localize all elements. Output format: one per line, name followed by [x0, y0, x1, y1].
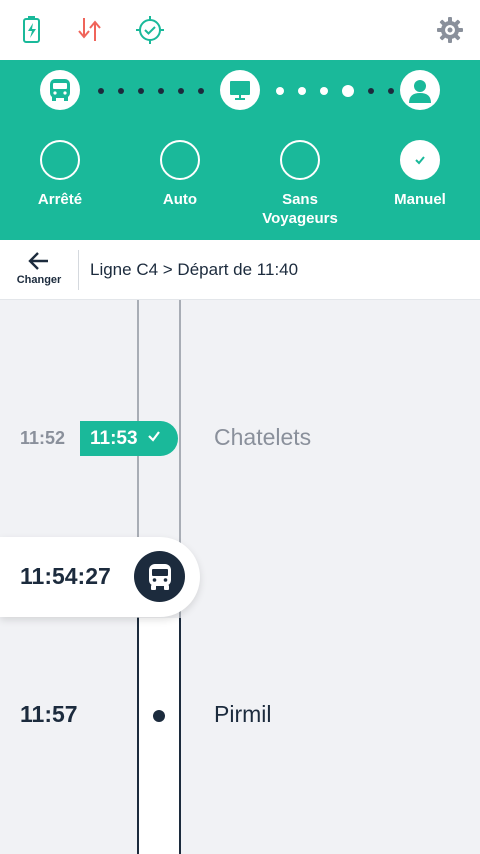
bus-icon	[134, 551, 185, 602]
mode-label: Sans Voyageurs	[262, 191, 338, 227]
back-arrow-icon	[0, 250, 78, 272]
mode-label: Auto	[162, 191, 198, 208]
mode-arrete[interactable]: Arrêté	[10, 140, 110, 209]
mode-radio[interactable]	[40, 140, 80, 180]
settings-gear-icon[interactable]	[434, 14, 466, 46]
data-transfer-icon	[74, 14, 106, 46]
progress-dots-2	[276, 85, 408, 97]
mode-auto[interactable]: Auto	[130, 140, 230, 209]
mode-sans-voyageurs[interactable]: Sans Voyageurs	[250, 140, 350, 228]
bus-icon	[40, 70, 80, 110]
driver-icon	[400, 70, 440, 110]
stop-marker	[153, 710, 165, 722]
stop-time: 11:57	[20, 701, 78, 727]
timeline[interactable]: 11:52 11:53 Chatelets 11:54:27 11:57 Pir…	[0, 300, 480, 854]
check-icon	[146, 428, 162, 449]
stop-name-passed: Chatelets	[214, 424, 312, 450]
nav-bar: Changer Ligne C4 > Départ de 11:40	[0, 240, 480, 300]
progress-dots-1	[98, 87, 218, 95]
mode-radio[interactable]	[280, 140, 320, 180]
check-icon	[415, 156, 425, 165]
stop-name: Pirmil	[214, 701, 272, 727]
mode-radio[interactable]	[160, 140, 200, 180]
back-label: Changer	[16, 274, 62, 286]
mode-label: Manuel	[394, 191, 446, 208]
mode-radio-checked[interactable]	[400, 140, 440, 180]
mode-header: Arrêté Auto Sans Voyageurs Manuel	[0, 60, 480, 240]
current-position-card: 11:54:27	[0, 537, 200, 617]
actual-time-badge: 11:53	[80, 421, 178, 456]
mode-manuel[interactable]: Manuel	[370, 140, 470, 209]
theoretical-time: 11:52	[20, 428, 66, 448]
battery-charging-icon	[16, 14, 48, 46]
status-bar	[0, 0, 480, 60]
current-time: 11:54:27	[20, 563, 111, 589]
screen-icon	[220, 70, 260, 110]
divider	[78, 250, 79, 290]
back-button[interactable]: Changer	[0, 240, 78, 300]
breadcrumb: Ligne C4 > Départ de 11:40	[90, 260, 299, 279]
actual-time: 11:53	[90, 427, 138, 449]
gps-target-icon	[134, 14, 166, 46]
mode-label: Arrêté	[37, 191, 83, 208]
